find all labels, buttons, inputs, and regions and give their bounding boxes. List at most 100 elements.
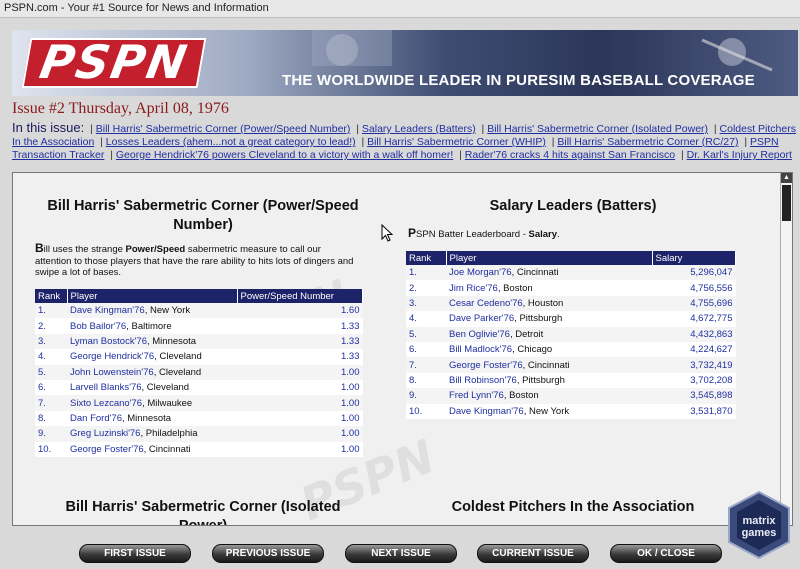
- value-cell: 3,545,898: [652, 388, 736, 404]
- player-link[interactable]: Dave Kingman'76: [449, 406, 524, 417]
- issue-link-hendrick-walkoff[interactable]: George Hendrick'76 powers Cleveland to a…: [116, 149, 453, 161]
- value-cell: 5,296,047: [652, 265, 736, 281]
- issue-link-rader-4-hits[interactable]: Rader'76 cracks 4 hits against San Franc…: [465, 149, 675, 161]
- value-cell: 1.00: [237, 364, 363, 380]
- rank-cell: 10.: [406, 403, 446, 419]
- rank-cell: 6.: [406, 341, 446, 358]
- table-row: 1. Dave Kingman'76, New York 1.60: [35, 303, 363, 319]
- issue-header: Issue #2 Thursday, April 08, 1976: [12, 100, 229, 117]
- rank-cell: 8.: [35, 410, 67, 427]
- vertical-scrollbar[interactable]: ▲: [780, 173, 792, 525]
- team-name: , Milwaukee: [142, 397, 193, 409]
- table-row: 6. Bill Madlock'76, Chicago 4,224,627: [406, 341, 736, 358]
- team-name: , Chicago: [512, 344, 553, 356]
- player-link[interactable]: Dave Parker'76: [449, 313, 514, 324]
- player-cell: Cesar Cedeno'76, Houston: [446, 295, 652, 312]
- separator: |: [358, 136, 368, 148]
- rank-cell: 1.: [35, 303, 67, 319]
- player-link[interactable]: Bill Madlock'76: [449, 344, 512, 355]
- issue-link-rc27[interactable]: Bill Harris' Sabermetric Corner (RC/27): [557, 136, 738, 148]
- player-link[interactable]: Dave Kingman'76: [70, 305, 145, 316]
- player-cell: Bill Robinson'76, Pittsburgh: [446, 372, 652, 389]
- matrix-logo-line2: games: [742, 527, 777, 539]
- column-header: Player: [446, 251, 653, 265]
- player-link[interactable]: Fred Lynn'76: [449, 390, 504, 401]
- player-link[interactable]: Greg Luzinski'76: [70, 428, 140, 439]
- desc-text: SPN Batter Leaderboard -: [416, 229, 529, 240]
- issue-link-losses-leaders[interactable]: Losses Leaders (ahem...not a great categ…: [106, 136, 356, 148]
- article-frame: PSPN PSPN PSPN Bill Harris' Sabermetric …: [12, 172, 793, 526]
- value-cell: 4,672,775: [652, 311, 736, 327]
- player-link[interactable]: George Hendrick'76: [70, 351, 154, 362]
- player-link[interactable]: Sixto Lezcano'76: [70, 398, 142, 409]
- player-link[interactable]: Cesar Cedeno'76: [449, 298, 523, 309]
- first-issue-button[interactable]: FIRST ISSUE: [79, 544, 191, 563]
- team-name: , Houston: [522, 297, 564, 309]
- issue-link-isolated-power[interactable]: Bill Harris' Sabermetric Corner (Isolate…: [487, 123, 708, 135]
- next-issue-button[interactable]: NEXT ISSUE: [345, 544, 457, 563]
- player-link[interactable]: Lyman Bostock'76: [70, 336, 147, 347]
- team-name: , Cleveland: [154, 351, 202, 363]
- rank-cell: 9.: [35, 426, 67, 442]
- team-name: , Cleveland: [153, 366, 202, 378]
- player-link[interactable]: Larvell Blanks'76: [70, 382, 142, 393]
- value-cell: 4,756,556: [652, 280, 736, 296]
- column-header: Player: [67, 289, 238, 303]
- team-name: , Pittsburgh: [516, 374, 565, 386]
- article-content: PSPN PSPN PSPN Bill Harris' Sabermetric …: [13, 173, 781, 525]
- issue-link-injury-report[interactable]: Dr. Karl's Injury Report: [687, 149, 792, 161]
- player-cell: Ben Oglivie'76, Detroit: [446, 326, 652, 342]
- issue-link-salary[interactable]: Salary Leaders (Batters): [362, 123, 476, 135]
- rank-cell: 5.: [406, 326, 446, 342]
- current-issue-button[interactable]: CURRENT ISSUE: [477, 544, 589, 563]
- issue-link-whip[interactable]: Bill Harris' Sabermetric Corner (WHIP): [367, 136, 546, 148]
- desc-bold: Salary: [528, 229, 558, 240]
- player-link[interactable]: Joe Morgan'76: [449, 267, 512, 278]
- player-cell: Fred Lynn'76, Boston: [446, 388, 652, 404]
- table-row: 9. Greg Luzinski'76, Philadelphia 1.00: [35, 426, 363, 442]
- value-cell: 1.00: [237, 426, 363, 442]
- table-row: 8. Bill Robinson'76, Pittsburgh 3,702,208: [406, 372, 736, 389]
- table-row: 10. Dave Kingman'76, New York 3,531,870: [406, 403, 736, 419]
- player-link[interactable]: Bill Robinson'76: [449, 375, 517, 386]
- team-name: , New York: [144, 305, 191, 317]
- table-row: 2. Bob Bailor'76, Baltimore 1.33: [35, 318, 363, 334]
- power-speed-rows: 1. Dave Kingman'76, New York 1.60 2. Bob Bai…: [35, 303, 363, 457]
- player-link[interactable]: George Foster'76: [449, 360, 523, 371]
- team-name: , Detroit: [509, 328, 544, 340]
- table-row: 6. Larvell Blanks'76, Cleveland 1.00: [35, 379, 363, 396]
- team-name: , Baltimore: [126, 320, 172, 332]
- desc-bold: Power/Speed: [125, 244, 186, 255]
- player-link[interactable]: John Lowenstein'76: [70, 367, 154, 378]
- ok-close-button[interactable]: OK / CLOSE: [610, 544, 722, 563]
- player-link[interactable]: Bob Bailor'76: [70, 321, 126, 332]
- rank-cell: 7.: [406, 357, 446, 373]
- player-cell: Dave Kingman'76, New York: [446, 403, 652, 419]
- player-cell: Joe Morgan'76, Cincinnati: [446, 265, 652, 281]
- mouse-cursor-icon: [381, 224, 393, 242]
- column-header: Power/Speed Number: [237, 289, 363, 303]
- previous-issue-button[interactable]: PREVIOUS ISSUE: [212, 544, 324, 563]
- player-link[interactable]: Dan Ford'76: [70, 413, 122, 424]
- value-cell: 1.00: [237, 441, 363, 457]
- in-this-issue-label: In this issue:: [12, 120, 85, 135]
- separator: |: [678, 149, 687, 161]
- player-cell: Dave Parker'76, Pittsburgh: [446, 311, 652, 327]
- column-header: Rank: [35, 289, 68, 303]
- power-speed-table: Rank Player Power/Speed Number 1. Dave Ki…: [35, 289, 363, 457]
- team-name: , Cincinnati: [522, 359, 570, 371]
- issue-link-power-speed[interactable]: Bill Harris' Sabermetric Corner (Power/S…: [96, 123, 351, 135]
- player-cell: Dave Kingman'76, New York: [67, 303, 237, 319]
- rank-cell: 4.: [406, 311, 446, 327]
- desc-initial: P: [408, 226, 417, 240]
- scroll-thumb[interactable]: [782, 185, 791, 221]
- player-link[interactable]: George Foster'76: [70, 444, 144, 455]
- matrix-games-logo: matrix games: [728, 490, 790, 560]
- player-link[interactable]: Ben Oglivie'76: [449, 329, 510, 340]
- player-cell: Jim Rice'76, Boston: [446, 280, 652, 296]
- table-row: 5. John Lowenstein'76, Cleveland 1.00: [35, 364, 363, 380]
- team-name: , Boston: [503, 390, 539, 402]
- scroll-up-arrow-icon[interactable]: ▲: [781, 173, 792, 183]
- player-cell: Larvell Blanks'76, Cleveland: [67, 379, 237, 396]
- player-link[interactable]: Jim Rice'76: [449, 283, 498, 294]
